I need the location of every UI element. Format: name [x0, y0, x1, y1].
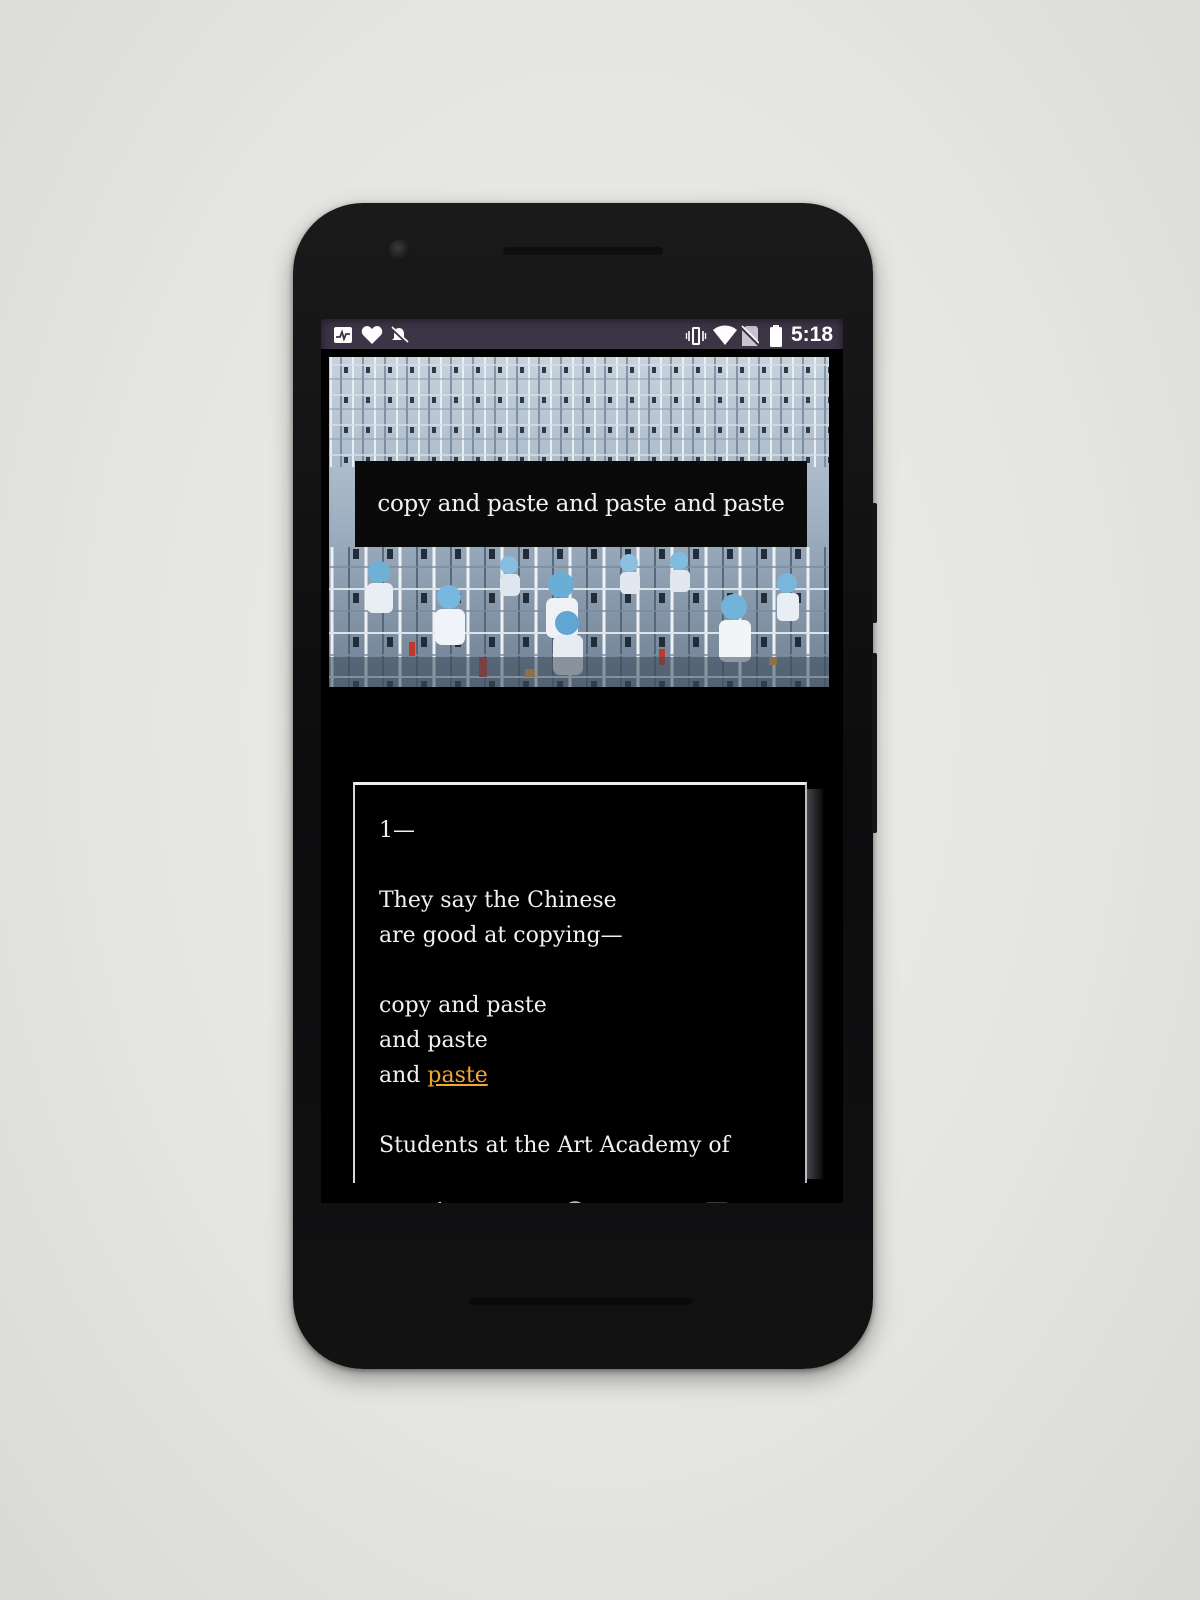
poem-line: are good at copying— [379, 923, 623, 948]
recents-icon [706, 1202, 728, 1203]
heart-icon [361, 325, 383, 345]
home-button[interactable] [555, 1193, 595, 1203]
wifi-icon [712, 325, 737, 345]
volume-buttons [872, 653, 877, 833]
home-icon [568, 1201, 582, 1203]
smartphone: 5:18 copy and paste and paste and paste … [293, 203, 877, 1369]
battery-icon [769, 325, 783, 347]
earpiece-speaker [503, 247, 663, 255]
bottom-speaker [469, 1297, 693, 1305]
navigation-bar [321, 1183, 843, 1203]
notifications-off-icon [389, 325, 409, 345]
recents-button[interactable] [697, 1193, 737, 1203]
status-bar-left [333, 325, 409, 345]
hero-caption: copy and paste and paste and paste [355, 461, 807, 547]
poem-text: 1— They say the Chinese are good at copy… [379, 813, 799, 1163]
back-icon [437, 1201, 442, 1203]
photo-scene: 5:18 copy and paste and paste and paste … [0, 0, 1200, 1600]
activity-icon [333, 325, 353, 345]
poem-line: and paste [379, 1058, 799, 1093]
front-camera [389, 239, 411, 261]
status-clock: 5:18 [790, 323, 833, 346]
paste-link[interactable]: paste [427, 1063, 487, 1088]
poem-card[interactable]: 1— They say the Chinese are good at copy… [353, 782, 807, 1185]
poem-line: Students at the Art Academy of [379, 1133, 730, 1158]
poem-line: copy and paste [379, 993, 547, 1018]
status-bar-right: 5:18 [685, 323, 833, 347]
poem-line-prefix: and [379, 1063, 428, 1088]
no-sim-icon [739, 325, 761, 347]
power-button [872, 503, 877, 623]
phone-screen: 5:18 copy and paste and paste and paste … [321, 319, 843, 1203]
status-bar: 5:18 [321, 319, 843, 349]
vibrate-icon [685, 325, 707, 345]
poem-line: and paste [379, 1028, 488, 1053]
hero-image[interactable]: copy and paste and paste and paste [329, 357, 829, 687]
poem-line: They say the Chinese [379, 888, 617, 913]
back-button[interactable] [413, 1193, 453, 1203]
section-number: 1— [379, 818, 415, 843]
